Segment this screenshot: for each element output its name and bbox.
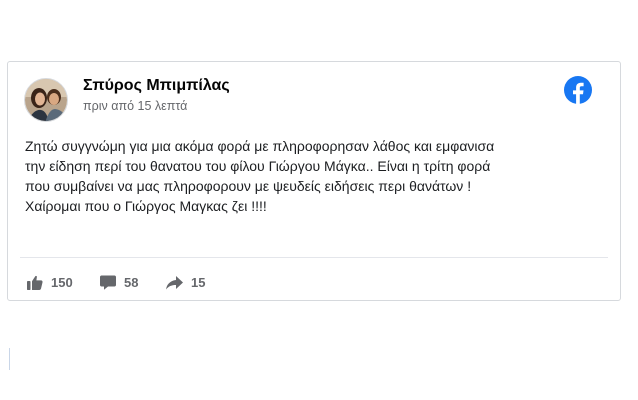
screenshot-stage: Σπύρος Μπιμπίλας πριν από 15 λεπτά Ζητώ … <box>0 0 638 400</box>
text-cursor-mark <box>9 348 10 370</box>
post-text-line: την είδηση περί του θανατου του φίλου Γι… <box>25 158 491 174</box>
share-arrow-icon <box>166 275 183 290</box>
post-text-line: Χαίρομαι που ο Γιώργος Μαγκας ζει !!!! <box>25 198 267 214</box>
share-count-value: 15 <box>191 275 206 290</box>
author-name[interactable]: Σπύρος Μπιμπίλας <box>83 77 230 95</box>
post-text-line: που συμβαίνει να μας πληροφορουν με ψευδ… <box>25 178 472 194</box>
comment-bubble-icon <box>100 275 116 290</box>
facebook-post-card: Σπύρος Μπιμπίλας πριν από 15 λεπτά Ζητώ … <box>7 61 621 301</box>
divider <box>20 257 608 258</box>
comment-count[interactable]: 58 <box>100 275 138 290</box>
avatar[interactable] <box>24 78 68 122</box>
like-count-value: 150 <box>51 275 73 290</box>
share-count[interactable]: 15 <box>166 275 205 290</box>
comment-count-value: 58 <box>124 275 139 290</box>
post-timestamp[interactable]: πριν από 15 λεπτά <box>83 99 187 113</box>
facebook-logo-icon[interactable] <box>563 75 593 105</box>
thumbs-up-icon <box>27 275 43 290</box>
post-text: Ζητώ συγγνώμη για μια ακόμα φορά με πληρ… <box>25 136 615 216</box>
like-count[interactable]: 150 <box>27 275 73 290</box>
post-text-line: Ζητώ συγγνώμη για μια ακόμα φορά με πληρ… <box>25 138 495 154</box>
